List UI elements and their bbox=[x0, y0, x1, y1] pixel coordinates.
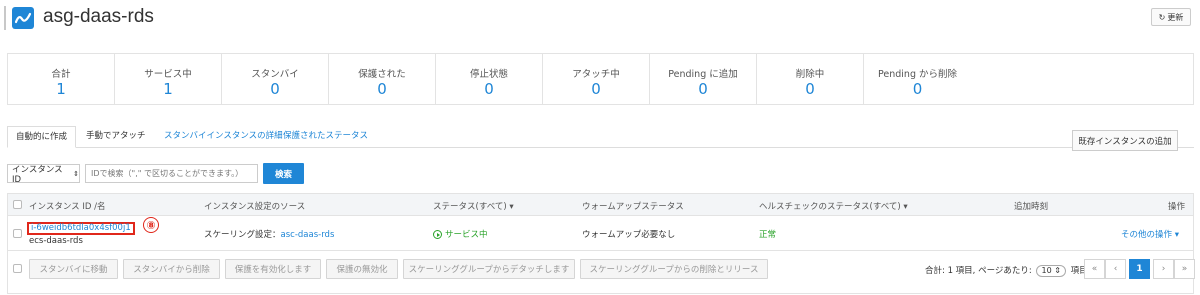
health-status: 正常 bbox=[759, 230, 777, 240]
table-header: インスタンス ID /名 インスタンス設定のソース ステータス(すべて) ▾ ウ… bbox=[8, 194, 1193, 216]
annotation-marker: ⑧ bbox=[143, 217, 159, 233]
stat-label: スタンバイ bbox=[251, 69, 299, 80]
play-circle-icon bbox=[433, 230, 442, 239]
warmup-status: ウォームアップ必要なし bbox=[582, 230, 676, 240]
search-field-value: インスタンス ID bbox=[12, 164, 63, 185]
status-badge: サービス中 bbox=[433, 228, 488, 240]
stat-total: 合計 1 bbox=[8, 54, 115, 104]
col-health-label: ヘルスチェックのステータス(すべて) bbox=[759, 202, 901, 212]
caret-down-icon: ▾ bbox=[903, 202, 908, 212]
stat-stopped: 停止状態 0 bbox=[436, 54, 543, 104]
refresh-label: 更新 bbox=[1167, 12, 1184, 22]
table-footer: スタンバイに移動 スタンバイから削除 保護を有効化します 保護の無効化 スケーリ… bbox=[8, 259, 1195, 283]
stat-label: 削除中 bbox=[795, 69, 825, 80]
select-arrows-icon: ⇕ bbox=[73, 169, 79, 178]
table-row: i-6weidb6tdla0x4sf00j1 ⑧ ecs-daas-rds スケ… bbox=[8, 216, 1193, 251]
stat-label: 停止状態 bbox=[469, 69, 508, 80]
instance-table: インスタンス ID /名 インスタンス設定のソース ステータス(すべて) ▾ ウ… bbox=[7, 193, 1195, 294]
page-size-value: 10 bbox=[1041, 266, 1052, 275]
source-prefix: スケーリング設定： bbox=[204, 230, 281, 240]
scaling-group-icon bbox=[12, 7, 34, 29]
stat-label: アタッチ中 bbox=[572, 69, 620, 80]
stat-value[interactable]: 1 bbox=[8, 80, 114, 98]
tab-standby-details[interactable]: スタンバイインスタンスの詳細 bbox=[164, 126, 283, 148]
page-title: asg-daas-rds bbox=[43, 6, 154, 27]
col-status-label: ステータス(すべて) bbox=[433, 202, 507, 212]
stat-in-service: サービス中 1 bbox=[115, 54, 222, 104]
remove-from-standby-button[interactable]: スタンバイから削除 bbox=[123, 259, 220, 279]
detach-from-group-button[interactable]: スケーリンググループからデタッチします bbox=[403, 259, 575, 279]
page-header: asg-daas-rds ↻ 更新 bbox=[0, 0, 1200, 36]
col-actions: 操作 bbox=[1168, 202, 1186, 212]
tab-protected-status[interactable]: 保護されたステータス bbox=[283, 126, 368, 148]
search-field-select[interactable]: インスタンス ID ⇕ bbox=[7, 164, 80, 185]
first-page-button[interactable]: « bbox=[1084, 259, 1105, 279]
more-actions-label: その他の操作 bbox=[1121, 230, 1173, 240]
last-page-button[interactable]: » bbox=[1174, 259, 1195, 279]
instance-tabs: 自動的に作成 手動でアタッチ スタンバイインスタンスの詳細 保護されたステータス bbox=[7, 126, 1194, 148]
stat-pending-remove: Pending から削除 0 bbox=[864, 54, 971, 104]
instance-source: スケーリング設定：asc-daas-rds bbox=[204, 228, 334, 240]
disable-protection-button[interactable]: 保護の無効化 bbox=[326, 259, 398, 279]
add-existing-instance-button[interactable]: 既存インスタンスの追加 bbox=[1072, 130, 1178, 151]
more-actions-link[interactable]: その他の操作 ▾ bbox=[1121, 228, 1179, 240]
col-status[interactable]: ステータス(すべて) ▾ bbox=[433, 200, 514, 212]
refresh-button[interactable]: ↻ 更新 bbox=[1151, 8, 1191, 26]
title-divider bbox=[4, 6, 6, 30]
col-instance: インスタンス ID /名 bbox=[29, 202, 106, 212]
col-warmup: ウォームアップステータス bbox=[582, 202, 684, 212]
tab-auto-created[interactable]: 自動的に作成 bbox=[7, 126, 77, 148]
stat-label: 保護された bbox=[358, 69, 406, 80]
pagination-summary: 合計: 1 項目, ページあたり: 10 ⇕ 項目 bbox=[925, 264, 1088, 277]
col-health[interactable]: ヘルスチェックのステータス(すべて) ▾ bbox=[759, 200, 908, 212]
caret-down-icon: ▾ bbox=[509, 202, 514, 212]
scaling-config-link[interactable]: asc-daas-rds bbox=[281, 230, 335, 240]
col-added: 追加時刻 bbox=[1014, 202, 1049, 212]
stat-standby: スタンバイ 0 bbox=[222, 54, 329, 104]
page-1-button[interactable]: 1 bbox=[1129, 259, 1150, 279]
status-text: サービス中 bbox=[445, 230, 488, 240]
col-source: インスタンス設定のソース bbox=[204, 202, 306, 212]
instance-name: ecs-daas-rds bbox=[29, 236, 83, 246]
stat-value[interactable]: 1 bbox=[115, 80, 221, 98]
move-to-standby-button[interactable]: スタンバイに移動 bbox=[29, 259, 118, 279]
stat-label: Pending に追加 bbox=[668, 69, 738, 80]
stat-protected: 保護された 0 bbox=[329, 54, 436, 104]
row-checkbox[interactable] bbox=[13, 229, 22, 238]
stat-attaching: アタッチ中 0 bbox=[543, 54, 650, 104]
stat-label: Pending から削除 bbox=[878, 69, 957, 80]
stat-value[interactable]: 0 bbox=[436, 80, 542, 98]
footer-select-all-checkbox[interactable] bbox=[13, 264, 22, 273]
stat-value[interactable]: 0 bbox=[329, 80, 435, 98]
caret-down-icon: ▾ bbox=[1174, 230, 1179, 240]
stat-value[interactable]: 0 bbox=[222, 80, 328, 98]
stat-pending-add: Pending に追加 0 bbox=[650, 54, 757, 104]
search-button[interactable]: 検索 bbox=[263, 163, 304, 184]
remove-and-release-button[interactable]: スケーリンググループからの削除とリリース bbox=[580, 259, 768, 279]
instance-id-link[interactable]: i-6weidb6tdla0x4sf00j1 bbox=[27, 222, 135, 235]
refresh-icon: ↻ bbox=[1158, 12, 1166, 22]
search-input[interactable]: IDで検索（"," で区切ることができます。） bbox=[85, 164, 258, 183]
select-arrows-icon: ⇕ bbox=[1054, 266, 1061, 275]
stat-removing: 削除中 0 bbox=[757, 54, 864, 104]
stat-value[interactable]: 0 bbox=[543, 80, 649, 98]
next-page-button[interactable]: › bbox=[1153, 259, 1174, 279]
stat-label: サービス中 bbox=[144, 69, 192, 80]
stat-value[interactable]: 0 bbox=[650, 80, 756, 98]
stat-label: 合計 bbox=[51, 69, 71, 80]
stat-value[interactable]: 0 bbox=[864, 80, 971, 98]
instance-stats: 合計 1 サービス中 1 スタンバイ 0 保護された 0 停止状態 0 アタッチ中 0 Pe… bbox=[7, 53, 1194, 105]
select-all-checkbox[interactable] bbox=[13, 200, 22, 209]
prev-page-button[interactable]: ‹ bbox=[1105, 259, 1126, 279]
tab-manual-attach[interactable]: 手動でアタッチ bbox=[78, 126, 154, 148]
page-size-select[interactable]: 10 ⇕ bbox=[1036, 265, 1066, 277]
enable-protection-button[interactable]: 保護を有効化します bbox=[225, 259, 321, 279]
stat-value[interactable]: 0 bbox=[757, 80, 863, 98]
summary-prefix: 合計: 1 項目, ページあたり: bbox=[925, 266, 1032, 276]
